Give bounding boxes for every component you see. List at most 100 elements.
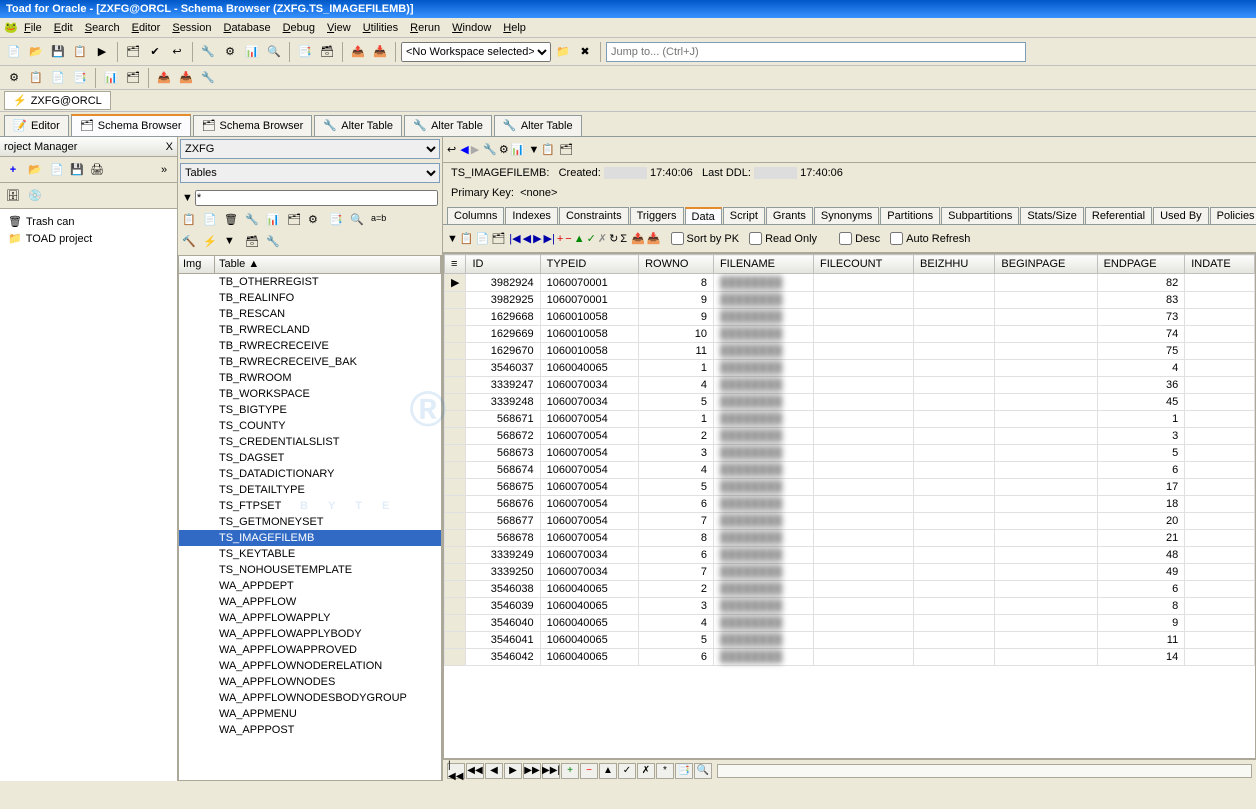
sec-btn-8[interactable]: 📥 (176, 68, 196, 88)
cell-filecount[interactable] (814, 564, 914, 581)
u3[interactable]: ▼ (224, 235, 242, 253)
list-item[interactable]: TS_BIGTYPE (179, 402, 441, 418)
dt2[interactable]: 📄 (476, 232, 490, 245)
tools-8[interactable]: 📥 (370, 42, 390, 62)
table-row[interactable]: 162966810600100589████████73 (445, 309, 1255, 326)
cell-endpage[interactable]: 6 (1097, 462, 1185, 479)
cell-beginpage[interactable] (995, 530, 1097, 547)
cell-beginpage[interactable] (995, 649, 1097, 666)
cell-filecount[interactable] (814, 445, 914, 462)
cell-id[interactable]: 568674 (466, 462, 540, 479)
nav-add[interactable]: + (561, 763, 579, 779)
cell-beizhhu[interactable] (914, 632, 995, 649)
cell-beizhhu[interactable] (914, 343, 995, 360)
cell-beizhhu[interactable] (914, 309, 995, 326)
cell-id[interactable]: 3546042 (466, 649, 540, 666)
cell-id[interactable]: 568671 (466, 411, 540, 428)
cell-id[interactable]: 3546039 (466, 598, 540, 615)
detail-tab-columns[interactable]: Columns (447, 207, 504, 224)
new-file-button[interactable]: 📄 (48, 161, 66, 179)
sortpk-check[interactable]: Sort by PK (671, 232, 740, 245)
cell-indate[interactable] (1185, 513, 1255, 530)
col-indate[interactable]: INDATE (1185, 255, 1255, 274)
cell-beizhhu[interactable] (914, 581, 995, 598)
import-icon[interactable]: 📥 (647, 232, 661, 245)
cell-indate[interactable] (1185, 309, 1255, 326)
cell-rowno[interactable]: 2 (639, 581, 714, 598)
post-icon[interactable]: ✓ (587, 232, 596, 245)
cell-id[interactable]: 1629670 (466, 343, 540, 360)
cell-indate[interactable] (1185, 530, 1255, 547)
nav-edit[interactable]: ▲ (599, 763, 617, 779)
cell-indate[interactable] (1185, 326, 1255, 343)
schema-button[interactable]: 🗂 (123, 42, 143, 62)
rt7[interactable]: 🗂 (559, 143, 573, 156)
cell-id[interactable]: 3546041 (466, 632, 540, 649)
sec-btn-4[interactable]: 📑 (70, 68, 90, 88)
cell-filename[interactable]: ████████ (713, 581, 813, 598)
cell-rowno[interactable]: 6 (639, 496, 714, 513)
dt1[interactable]: 📋 (460, 232, 474, 245)
cell-typeid[interactable]: 1060070001 (540, 292, 639, 309)
menu-utilities[interactable]: Utilities (357, 20, 404, 36)
cell-rowno[interactable]: 3 (639, 598, 714, 615)
table-row[interactable]: 56867110600700541████████1 (445, 411, 1255, 428)
cell-id[interactable]: 568676 (466, 496, 540, 513)
nav-del[interactable]: − (580, 763, 598, 779)
detail-tab-subpartitions[interactable]: Subpartitions (941, 207, 1019, 224)
cell-rowno[interactable]: 9 (639, 292, 714, 309)
object-list[interactable]: Img Table ▲ TB_OTHERREGISTTB_REALINFOTB_… (178, 255, 442, 781)
list-item[interactable]: TS_COUNTY (179, 418, 441, 434)
commit-button[interactable]: ✔ (145, 42, 165, 62)
list-item[interactable]: WA_APPFLOWAPPLY (179, 610, 441, 626)
cell-endpage[interactable]: 5 (1097, 445, 1185, 462)
cell-rowno[interactable]: 1 (639, 411, 714, 428)
table-row[interactable]: 354604210600400656████████14 (445, 649, 1255, 666)
t4[interactable]: 🔧 (245, 213, 263, 231)
tree-trash-can[interactable]: 🗑Trash can (4, 213, 173, 230)
cell-filename[interactable]: ████████ (713, 292, 813, 309)
list-item[interactable]: WA_APPFLOW (179, 594, 441, 610)
table-row[interactable]: 354603710600400651████████4 (445, 360, 1255, 377)
cell-endpage[interactable]: 74 (1097, 326, 1185, 343)
table-row[interactable]: 1629669106001005810████████74 (445, 326, 1255, 343)
cell-beizhhu[interactable] (914, 445, 995, 462)
cell-beizhhu[interactable] (914, 615, 995, 632)
menu-view[interactable]: View (321, 20, 357, 36)
tab-alter-table[interactable]: 🔧Alter Table (494, 115, 582, 136)
cell-typeid[interactable]: 1060070034 (540, 564, 639, 581)
cell-id[interactable]: 3339247 (466, 377, 540, 394)
cell-filecount[interactable] (814, 326, 914, 343)
cell-beizhhu[interactable] (914, 462, 995, 479)
cell-id[interactable]: 568677 (466, 513, 540, 530)
sec-btn-9[interactable]: 🔧 (198, 68, 218, 88)
nav-nextpage[interactable]: ▶▶ (523, 763, 541, 779)
cell-filename[interactable]: ████████ (713, 496, 813, 513)
col-typeid[interactable]: TYPEID (540, 255, 639, 274)
cell-indate[interactable] (1185, 292, 1255, 309)
cell-endpage[interactable]: 17 (1097, 479, 1185, 496)
filter-input[interactable] (195, 190, 438, 206)
dt3[interactable]: 🗂 (491, 232, 505, 245)
cell-id[interactable]: 568672 (466, 428, 540, 445)
ws-btn-2[interactable]: ✖ (575, 42, 595, 62)
cell-filename[interactable]: ████████ (713, 462, 813, 479)
list-item[interactable]: TS_FTPSET (179, 498, 441, 514)
cell-filecount[interactable] (814, 462, 914, 479)
cell-filecount[interactable] (814, 377, 914, 394)
cell-beizhhu[interactable] (914, 564, 995, 581)
t5[interactable]: 📊 (266, 213, 284, 231)
cell-rowno[interactable]: 4 (639, 377, 714, 394)
cell-filecount[interactable] (814, 292, 914, 309)
cell-id[interactable]: 1629669 (466, 326, 540, 343)
filter-icon[interactable]: ▼ (447, 233, 458, 245)
cell-beizhhu[interactable] (914, 394, 995, 411)
table-row[interactable]: 398292510600700019████████83 (445, 292, 1255, 309)
new-button[interactable]: 📄 (4, 42, 24, 62)
cell-rowno[interactable]: 8 (639, 274, 714, 292)
ab-button[interactable]: a=b (371, 213, 389, 231)
cell-filecount[interactable] (814, 598, 914, 615)
cell-typeid[interactable]: 1060010058 (540, 326, 639, 343)
nav-post[interactable]: ✓ (618, 763, 636, 779)
cell-beginpage[interactable] (995, 377, 1097, 394)
